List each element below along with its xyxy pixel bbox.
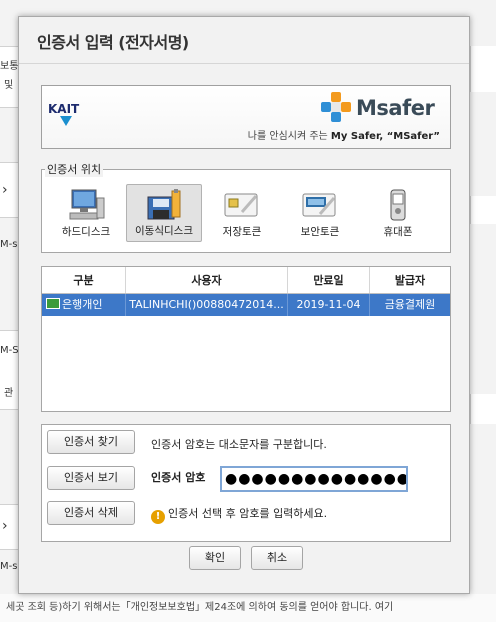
dialog-title: 인증서 입력 (전자서명) bbox=[37, 33, 189, 52]
location-hard-disk[interactable]: 하드디스크 bbox=[48, 184, 124, 242]
msafer-logo: Msafer bbox=[356, 96, 435, 120]
chevron-right-icon: › bbox=[2, 182, 8, 198]
warning-icon: ! bbox=[151, 510, 165, 524]
background-text: M-s bbox=[0, 561, 18, 572]
delete-certificate-button[interactable]: 인증서 삭제 bbox=[47, 501, 135, 525]
warning-text: 인증서 선택 후 암호를 입력하세요. bbox=[168, 507, 328, 520]
find-certificate-button[interactable]: 인증서 찾기 bbox=[47, 430, 135, 454]
location-removable-disk[interactable]: 이동식디스크 bbox=[126, 184, 202, 242]
mobile-phone-icon bbox=[390, 189, 406, 221]
table-header: 구분 사용자 만료일 발급자 bbox=[42, 267, 450, 294]
background-text: 및 bbox=[4, 80, 14, 91]
column-header-type[interactable]: 구분 bbox=[42, 267, 126, 293]
location-security-token[interactable]: 보안토큰 bbox=[282, 184, 358, 242]
background-panel bbox=[470, 196, 496, 224]
banner-slogan: 나를 안심시켜 주는 My Safer, “MSafer” bbox=[248, 127, 440, 142]
background-panel bbox=[470, 394, 496, 424]
table-row[interactable]: 은행개인 TALINHCHI()00880472014... 2019-11-0… bbox=[42, 294, 450, 316]
chevron-right-icon: › bbox=[2, 518, 8, 534]
background-text: M-s bbox=[0, 239, 18, 250]
cell-expiry: 2019-11-04 bbox=[288, 294, 370, 316]
location-storage-token[interactable]: 저장토큰 bbox=[204, 184, 280, 242]
slogan-emphasis: My Safer, “MSafer” bbox=[330, 131, 440, 142]
cell-user: TALINHCHI()00880472014... bbox=[126, 294, 288, 316]
cell-issuer: 금융결제원 bbox=[384, 298, 436, 311]
certificate-table: 구분 사용자 만료일 발급자 은행개인 TALINHCHI()008804720… bbox=[41, 266, 451, 412]
certificate-location-label: 인증서 위치 bbox=[45, 161, 104, 177]
certificate-location-group: 하드디스크 이동식디스크 저장토큰 보안토큰 휴대폰 bbox=[41, 169, 451, 253]
security-banner: KAIT Msafer 나를 안심시켜 주는 My Safer, “MSafer… bbox=[41, 85, 451, 149]
warning-message: ! 인증서 선택 후 암호를 입력하세요. bbox=[151, 505, 327, 524]
cell-type: 은행개인 bbox=[42, 294, 126, 316]
column-header-issuer[interactable]: 발급자 bbox=[370, 267, 450, 293]
password-label: 인증서 암호 bbox=[151, 471, 206, 484]
background-text: M-S bbox=[0, 345, 19, 356]
location-label: 저장토큰 bbox=[222, 226, 262, 238]
cancel-button[interactable]: 취소 bbox=[251, 546, 303, 570]
location-label: 이동식디스크 bbox=[135, 225, 193, 237]
location-label: 휴대폰 bbox=[383, 226, 413, 238]
password-input[interactable]: ●●●●●●●●●●●●●●● bbox=[220, 466, 408, 492]
case-sensitivity-hint: 인증서 암호는 대소문자를 구분합니다. bbox=[151, 438, 327, 451]
view-certificate-button[interactable]: 인증서 보기 bbox=[47, 466, 135, 490]
slogan-text: 나를 안심시켜 주는 bbox=[247, 131, 331, 142]
background-footer-text: 세곳 조회 등)하기 위해서는「개인정보보호법」제24조에 의하여 동의를 얻어… bbox=[0, 594, 496, 622]
hard-disk-icon bbox=[69, 189, 105, 220]
cell-type-text: 은행개인 bbox=[62, 298, 103, 311]
certificate-icon bbox=[46, 298, 60, 309]
column-header-expiry[interactable]: 만료일 bbox=[288, 267, 370, 293]
location-label: 하드디스크 bbox=[61, 226, 111, 238]
kait-logo: KAIT bbox=[48, 102, 80, 116]
security-token-icon bbox=[302, 193, 336, 217]
ok-button[interactable]: 확인 bbox=[189, 546, 241, 570]
kait-logo-mark bbox=[60, 116, 72, 126]
location-mobile-phone[interactable]: 휴대폰 bbox=[360, 184, 436, 242]
msafer-logo-icon bbox=[321, 92, 351, 122]
column-header-user[interactable]: 사용자 bbox=[126, 267, 288, 293]
removable-disk-icon bbox=[147, 189, 181, 220]
certificate-dialog: 인증서 입력 (전자서명) KAIT Msafer 나를 안심시켜 주는 My … bbox=[18, 16, 470, 594]
storage-token-icon bbox=[224, 193, 258, 217]
background-text: 관 bbox=[4, 388, 14, 399]
background-panel bbox=[470, 46, 496, 92]
title-divider bbox=[19, 63, 469, 64]
location-label: 보안토큰 bbox=[300, 226, 340, 238]
